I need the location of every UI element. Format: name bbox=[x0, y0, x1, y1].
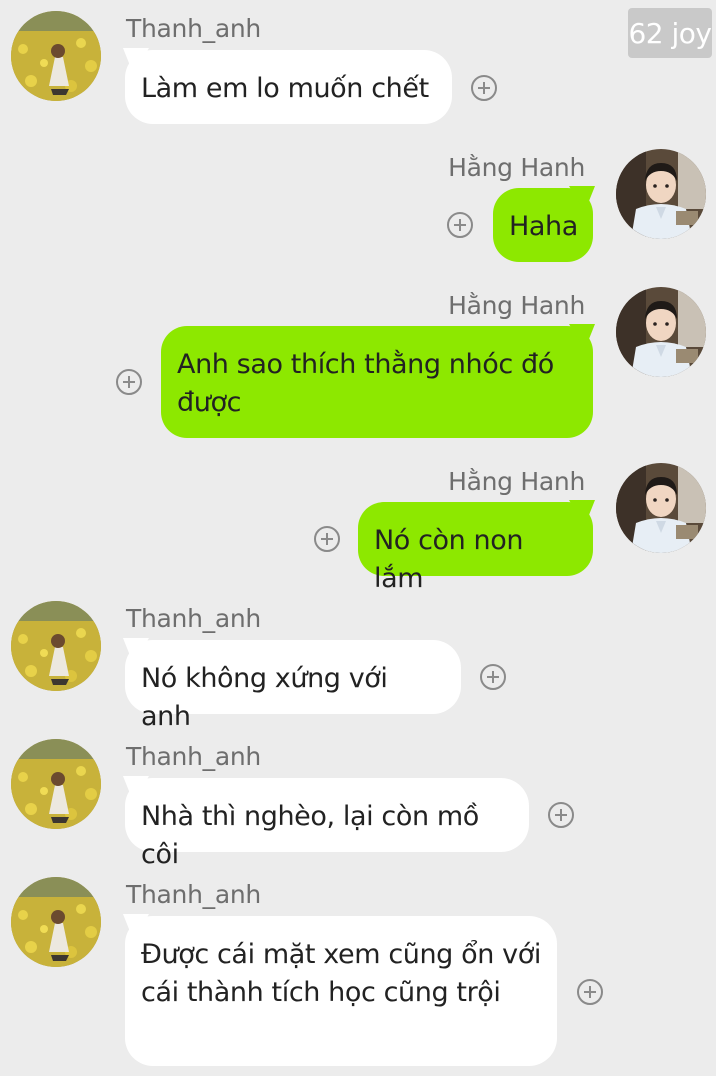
message-text: Haha bbox=[509, 211, 578, 242]
plus-circle-icon[interactable] bbox=[480, 664, 506, 690]
plus-circle-icon[interactable] bbox=[548, 802, 574, 828]
sender-name: Thanh_anh bbox=[126, 880, 261, 909]
plus-circle-icon[interactable] bbox=[471, 75, 497, 101]
sender-name: Thanh_anh bbox=[126, 742, 261, 771]
avatar-image bbox=[616, 287, 706, 377]
message-bubble-incoming[interactable]: Nó không xứng với anh bbox=[125, 640, 461, 732]
message-text: Nhà thì nghèo, lại còn mồ côi bbox=[141, 801, 479, 870]
message-text: Được cái mặt xem cũng ổn với cái thành t… bbox=[141, 939, 541, 1008]
sender-name: Thanh_anh bbox=[126, 14, 261, 43]
message-bubble-incoming[interactable]: Làm em lo muốn chết bbox=[125, 50, 452, 124]
plus-circle-icon[interactable] bbox=[116, 369, 142, 395]
avatar-thanh-anh[interactable] bbox=[11, 739, 101, 829]
avatar-image bbox=[11, 877, 101, 967]
sender-name: Hằng Hanh bbox=[448, 467, 585, 496]
message-text: Nó còn non lắm bbox=[374, 525, 524, 594]
message-text: Làm em lo muốn chết bbox=[141, 73, 429, 104]
reaction-count-badge: 62 joy bbox=[628, 8, 712, 58]
avatar-hang-hanh[interactable] bbox=[616, 463, 706, 553]
plus-circle-icon[interactable] bbox=[577, 979, 603, 1005]
avatar-image bbox=[616, 149, 706, 239]
plus-circle-icon[interactable] bbox=[314, 526, 340, 552]
message-bubble-outgoing[interactable]: Nó còn non lắm bbox=[358, 502, 593, 594]
message-text: Anh sao thích thằng nhóc đó được bbox=[177, 349, 554, 418]
avatar-hang-hanh[interactable] bbox=[616, 287, 706, 377]
message-bubble-outgoing[interactable]: Haha bbox=[493, 188, 593, 262]
avatar-thanh-anh[interactable] bbox=[11, 11, 101, 101]
avatar-thanh-anh[interactable] bbox=[11, 601, 101, 691]
avatar-image bbox=[11, 601, 101, 691]
message-bubble-incoming[interactable]: Được cái mặt xem cũng ổn với cái thành t… bbox=[125, 916, 557, 1066]
avatar-image bbox=[11, 11, 101, 101]
sender-name: Thanh_anh bbox=[126, 604, 261, 633]
sender-name: Hằng Hanh bbox=[448, 291, 585, 320]
message-bubble-outgoing[interactable]: Anh sao thích thằng nhóc đó được bbox=[161, 326, 593, 438]
avatar-image bbox=[11, 739, 101, 829]
plus-circle-icon[interactable] bbox=[447, 212, 473, 238]
avatar-hang-hanh[interactable] bbox=[616, 149, 706, 239]
avatar-thanh-anh[interactable] bbox=[11, 877, 101, 967]
message-text: Nó không xứng với anh bbox=[141, 663, 388, 732]
sender-name: Hằng Hanh bbox=[448, 153, 585, 182]
avatar-image bbox=[616, 463, 706, 553]
message-bubble-incoming[interactable]: Nhà thì nghèo, lại còn mồ côi bbox=[125, 778, 529, 870]
